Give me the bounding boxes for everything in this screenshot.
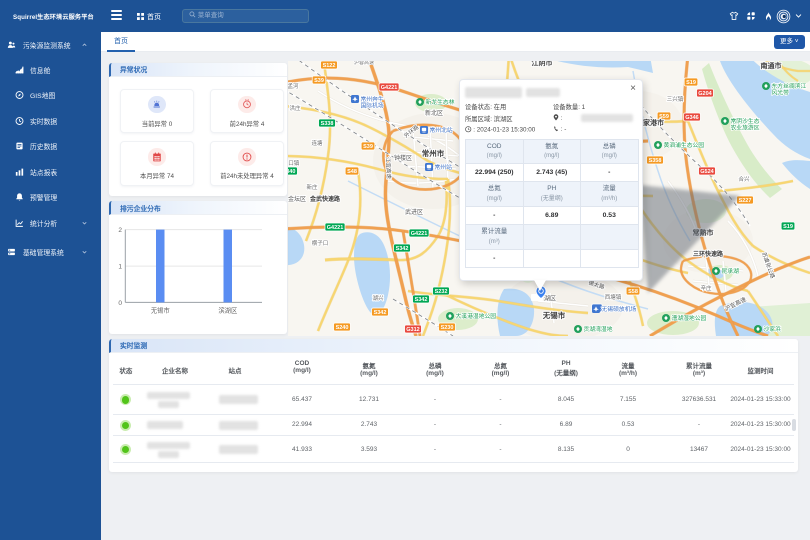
svg-text:2: 2: [118, 227, 122, 234]
svg-text:武进区: 武进区: [405, 208, 423, 216]
svg-text:S39: S39: [314, 78, 324, 84]
svg-text:S358: S358: [649, 158, 662, 164]
svg-text:大溪港湿地公园: 大溪港湿地公园: [456, 312, 497, 320]
svg-text:漕湖湿地公园: 漕湖湿地公园: [672, 314, 707, 322]
svg-text:G4221: G4221: [411, 231, 428, 237]
svg-text:S39: S39: [363, 144, 373, 150]
svg-text:贡湖湾湿地: 贡湖湾湿地: [584, 325, 613, 333]
svg-text:新北区: 新北区: [425, 109, 443, 117]
svg-text:连塘: 连塘: [311, 139, 323, 147]
svg-text:S232: S232: [435, 289, 448, 295]
svg-text:江阴市: 江阴市: [532, 61, 553, 67]
svg-text:S342: S342: [415, 297, 428, 303]
svg-text:湖区: 湖区: [544, 295, 556, 303]
svg-text:常州站: 常州站: [435, 163, 453, 171]
svg-text:黄泗浦生态公园: 黄泗浦生态公园: [664, 141, 705, 149]
svg-text:沪蓉高速: 沪蓉高速: [354, 61, 374, 66]
svg-text:横子口: 横子口: [312, 239, 329, 247]
svg-text:G312: G312: [406, 327, 419, 333]
svg-text:湖兴: 湖兴: [372, 294, 384, 302]
svg-text:G524: G524: [700, 169, 714, 175]
svg-text:孟河: 孟河: [288, 82, 299, 90]
svg-text:S230: S230: [441, 325, 454, 331]
svg-text:新龙生态林: 新龙生态林: [426, 98, 455, 106]
svg-text:S48: S48: [347, 169, 357, 175]
svg-text:G346: G346: [685, 115, 698, 121]
svg-text:S19: S19: [686, 80, 696, 86]
svg-text:沙家浜: 沙家浜: [764, 325, 782, 333]
svg-text:常州北站: 常州北站: [430, 126, 453, 134]
svg-text:常州市: 常州市: [422, 148, 445, 158]
svg-text:钟楼区: 钟楼区: [394, 154, 412, 162]
svg-text:昆承湖: 昆承湖: [722, 267, 740, 275]
svg-text:无锡市: 无锡市: [542, 310, 566, 320]
svg-text:新庄: 新庄: [306, 183, 318, 191]
svg-text:G204: G204: [698, 91, 712, 97]
svg-text:无锡市: 无锡市: [151, 306, 170, 315]
svg-text:常阴沙生态: 常阴沙生态: [731, 117, 760, 125]
svg-text:三环快速路: 三环快速路: [693, 250, 724, 258]
svg-text:G4221: G4221: [327, 225, 344, 231]
svg-text:闸口镇: 闸口镇: [288, 159, 300, 167]
svg-text:S19: S19: [783, 224, 793, 230]
svg-text:西塘镇: 西塘镇: [605, 293, 622, 301]
svg-text:三兴镇: 三兴镇: [667, 95, 684, 103]
svg-text:0: 0: [118, 300, 122, 307]
svg-text:常州奔牛: 常州奔牛: [361, 95, 384, 103]
svg-text:国际机场: 国际机场: [361, 102, 384, 110]
svg-text:金坛区: 金坛区: [288, 195, 306, 203]
svg-text:S122: S122: [323, 63, 336, 69]
svg-text:S342: S342: [374, 310, 387, 316]
svg-text:滨湖区: 滨湖区: [218, 306, 237, 315]
svg-text:风光带: 风光带: [772, 89, 790, 97]
svg-text:洪庄: 洪庄: [289, 104, 301, 112]
svg-text:农业旅游区: 农业旅游区: [731, 124, 760, 132]
svg-text:辛庄: 辛庄: [700, 284, 712, 292]
svg-text:S342: S342: [396, 246, 409, 252]
svg-text:无锡硕放机场: 无锡硕放机场: [602, 305, 637, 313]
svg-text:东方丝绸滨江: 东方丝绸滨江: [772, 82, 807, 90]
svg-text:S240: S240: [336, 325, 349, 331]
svg-text:1: 1: [118, 264, 122, 271]
svg-text:合兴: 合兴: [738, 175, 750, 183]
svg-text:S227: S227: [739, 198, 752, 204]
svg-text:金武快速路: 金武快速路: [309, 195, 341, 203]
svg-text:S338: S338: [321, 121, 334, 127]
svg-text:S340: S340: [288, 169, 295, 175]
svg-text:G4221: G4221: [381, 85, 398, 91]
svg-text:S58: S58: [628, 289, 638, 295]
svg-text:南通市: 南通市: [761, 61, 782, 70]
